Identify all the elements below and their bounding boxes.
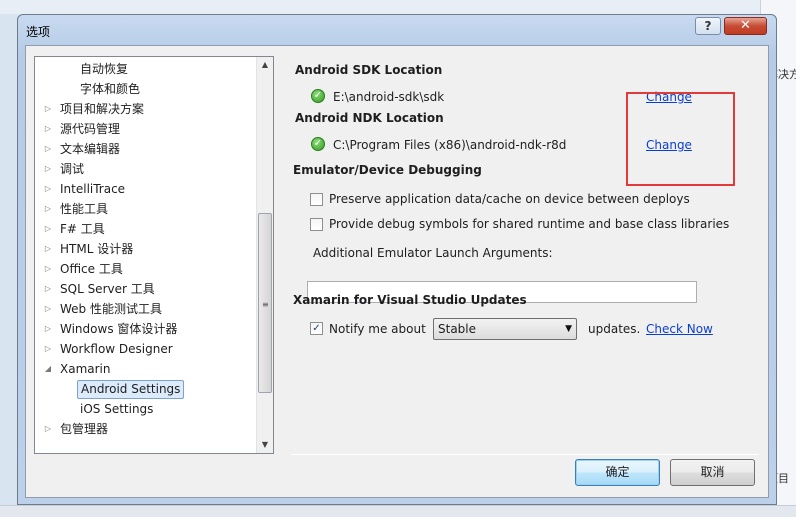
tree-item-label: Xamarin bbox=[60, 362, 111, 376]
emulator-args-label: Additional Emulator Launch Arguments: bbox=[313, 246, 553, 260]
collapsed-arrow-icon[interactable]: ▷ bbox=[43, 179, 53, 199]
check-icon: ✓ bbox=[311, 137, 325, 151]
tree-item-label: Android Settings bbox=[77, 380, 185, 399]
debug-symbols-label[interactable]: Provide debug symbols for shared runtime… bbox=[329, 217, 729, 231]
tree-item-label: IntelliTrace bbox=[60, 182, 126, 196]
check-icon: ✓ bbox=[311, 89, 325, 103]
tree-item[interactable]: 字体和颜色 bbox=[35, 79, 257, 99]
preserve-data-checkbox[interactable] bbox=[310, 193, 323, 206]
updates-suffix: updates. bbox=[588, 322, 641, 336]
divider bbox=[291, 454, 758, 455]
tree-item-label: Windows 窗体设计器 bbox=[60, 322, 178, 336]
title-bar[interactable]: 选项 ? ✕ bbox=[18, 15, 776, 45]
ndk-path: C:\Program Files (x86)\android-ndk-r8d bbox=[333, 138, 567, 152]
close-button[interactable]: ✕ bbox=[724, 17, 767, 35]
tree-item[interactable]: ▷ 性能工具 bbox=[35, 199, 257, 219]
tree-item-label: F# 工具 bbox=[60, 222, 105, 236]
update-channel-select[interactable]: Stable ▼ bbox=[433, 318, 577, 340]
tree-scrollbar[interactable]: ▲ ≡ ▼ bbox=[256, 57, 273, 453]
tree-item-label: HTML 设计器 bbox=[60, 242, 134, 256]
collapsed-arrow-icon[interactable]: ▷ bbox=[43, 199, 53, 219]
tree-item[interactable]: ▷ IntelliTrace bbox=[35, 179, 257, 199]
tree-item[interactable]: ▷ 项目和解决方案 bbox=[35, 99, 257, 119]
notify-checkbox[interactable]: ✓ bbox=[310, 322, 323, 335]
tree-item-label: Web 性能测试工具 bbox=[60, 302, 162, 316]
tree-item-label: 包管理器 bbox=[60, 422, 109, 436]
collapsed-arrow-icon[interactable]: ▷ bbox=[43, 259, 53, 279]
ndk-section-title: Android NDK Location bbox=[295, 111, 444, 125]
options-tree[interactable]: ▷ 包管理器 iOS Settings Android Settings ◢ Xamari… bbox=[34, 56, 274, 454]
preserve-data-label[interactable]: Preserve application data/cache on devic… bbox=[329, 192, 690, 206]
collapsed-arrow-icon[interactable]: ▷ bbox=[43, 159, 53, 179]
tree-item[interactable]: ▷ Office 工具 bbox=[35, 259, 257, 279]
tree-item[interactable]: ◢ Xamarin bbox=[35, 359, 257, 379]
collapsed-arrow-icon[interactable]: ▷ bbox=[43, 139, 53, 159]
debug-symbols-checkbox[interactable] bbox=[310, 218, 323, 231]
tree-item-label: Workflow Designer bbox=[60, 342, 173, 356]
collapsed-arrow-icon[interactable]: ▷ bbox=[43, 279, 53, 299]
tree-item[interactable]: 自动恢复 bbox=[35, 59, 257, 79]
collapsed-arrow-icon[interactable]: ▷ bbox=[43, 239, 53, 259]
cancel-button[interactable]: 取消 bbox=[670, 459, 755, 486]
tree-item[interactable]: ▷ 文本编辑器 bbox=[35, 139, 257, 159]
tree-item-label: 项目和解决方案 bbox=[60, 102, 145, 116]
android-settings-pane: Android SDK Location ✓ E:\android-sdk\sd… bbox=[291, 46, 761, 456]
collapsed-arrow-icon[interactable]: ▷ bbox=[43, 299, 53, 319]
sdk-path: E:\android-sdk\sdk bbox=[333, 90, 445, 104]
collapsed-arrow-icon[interactable]: ▷ bbox=[43, 319, 53, 339]
dialog-client-area: ▷ 包管理器 iOS Settings Android Settings ◢ Xamari… bbox=[25, 45, 769, 498]
tree-item-label: 自动恢复 bbox=[80, 62, 129, 76]
sdk-section-title: Android SDK Location bbox=[295, 63, 443, 77]
tree-item[interactable]: ▷ SQL Server 工具 bbox=[35, 279, 257, 299]
updates-section-title: Xamarin for Visual Studio Updates bbox=[293, 293, 527, 307]
collapsed-arrow-icon[interactable]: ▷ bbox=[43, 119, 53, 139]
collapsed-arrow-icon[interactable]: ▷ bbox=[43, 339, 53, 359]
notify-label[interactable]: Notify me about bbox=[329, 322, 426, 336]
tree-item[interactable]: ▷ Workflow Designer bbox=[35, 339, 257, 359]
collapsed-arrow-icon[interactable]: ▷ bbox=[43, 419, 53, 439]
tree-item[interactable]: ▷ F# 工具 bbox=[35, 219, 257, 239]
expanded-arrow-icon[interactable]: ◢ bbox=[43, 359, 53, 379]
scroll-down-icon[interactable]: ▼ bbox=[257, 437, 273, 453]
scroll-up-icon[interactable]: ▲ bbox=[257, 57, 273, 73]
emulator-section-title: Emulator/Device Debugging bbox=[293, 163, 482, 177]
scroll-thumb[interactable]: ≡ bbox=[258, 213, 272, 393]
tree-item[interactable]: ▷ Web 性能测试工具 bbox=[35, 299, 257, 319]
tree-item-label: 字体和颜色 bbox=[80, 82, 141, 96]
grip-icon: ≡ bbox=[262, 300, 269, 309]
check-now-link[interactable]: Check Now bbox=[646, 322, 713, 336]
tree-item[interactable]: ▷ 调试 bbox=[35, 159, 257, 179]
chevron-down-icon: ▼ bbox=[565, 324, 572, 334]
tree-item-label: iOS Settings bbox=[80, 402, 154, 416]
tree-item-label: 性能工具 bbox=[60, 202, 109, 216]
tree-item-label: 源代码管理 bbox=[60, 122, 121, 136]
tree-item[interactable]: iOS Settings bbox=[35, 399, 257, 419]
update-channel-value: Stable bbox=[438, 322, 477, 336]
background-status-strip bbox=[0, 505, 796, 517]
tree-item-label: 调试 bbox=[60, 162, 85, 176]
highlight-box bbox=[626, 92, 735, 186]
tree-item[interactable]: ▷ 包管理器 bbox=[35, 419, 257, 439]
ok-button[interactable]: 确定 bbox=[575, 459, 660, 486]
collapsed-arrow-icon[interactable]: ▷ bbox=[43, 99, 53, 119]
help-button[interactable]: ? bbox=[695, 17, 721, 35]
tree-item-label: Office 工具 bbox=[60, 262, 123, 276]
tree-item[interactable]: Android Settings bbox=[35, 379, 257, 399]
options-dialog: 选项 ? ✕ ▷ 包管理器 iOS Settings Android Settings… bbox=[17, 14, 777, 505]
tree-item-label: SQL Server 工具 bbox=[60, 282, 155, 296]
tree-item[interactable]: ▷ 源代码管理 bbox=[35, 119, 257, 139]
tree-item[interactable]: ▷ HTML 设计器 bbox=[35, 239, 257, 259]
background-app-top bbox=[0, 0, 796, 14]
tree-item[interactable]: ▷ Windows 窗体设计器 bbox=[35, 319, 257, 339]
tree-item-label: 文本编辑器 bbox=[60, 142, 121, 156]
dialog-title: 选项 bbox=[26, 25, 51, 39]
collapsed-arrow-icon[interactable]: ▷ bbox=[43, 219, 53, 239]
